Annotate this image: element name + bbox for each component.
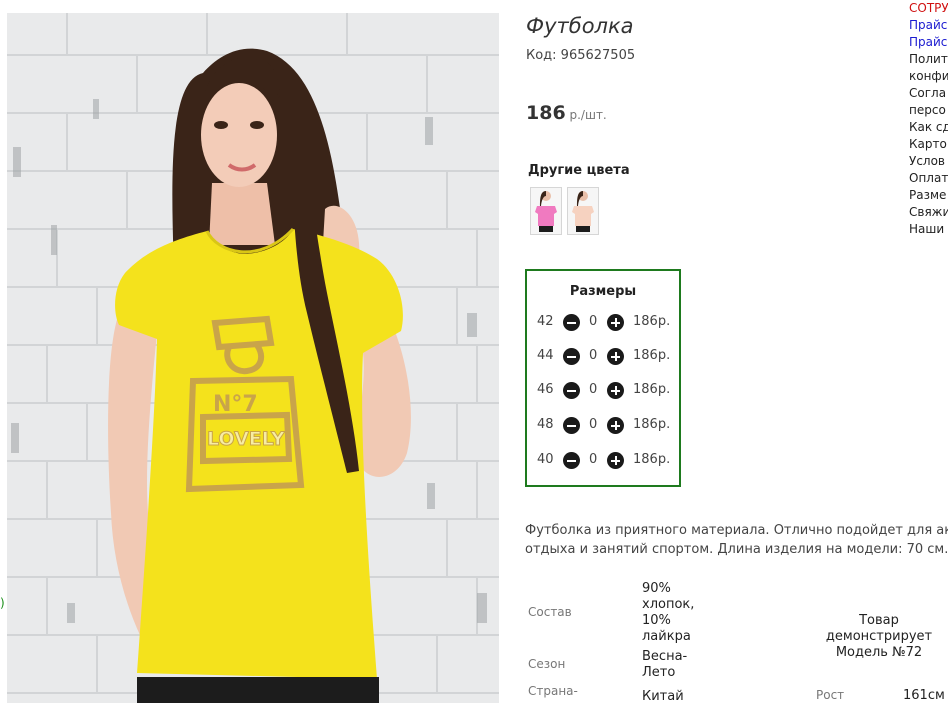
product-price: 186 р./шт. <box>526 102 607 124</box>
spec-season-value: Весна- Лето <box>642 649 687 681</box>
size-row-44: 44 0 186р. <box>527 347 679 367</box>
season-line: Лето <box>642 665 676 680</box>
size-row-48: 48 0 186р. <box>527 416 679 436</box>
plus-icon[interactable] <box>607 417 624 434</box>
right-sidebar-menu: СОТРУ Прайс Прайс Полит конфи Согла перс… <box>909 0 948 238</box>
swatch-peach-image <box>572 191 594 232</box>
product-code: Код: 965627505 <box>526 48 636 63</box>
model-note-line: Модель №72 <box>835 645 923 660</box>
menu-link-payment[interactable]: Оплат <box>909 170 948 187</box>
composition-line: лайкра <box>642 629 691 644</box>
size-row-42: 42 0 186р. <box>527 313 679 333</box>
minus-icon[interactable] <box>563 417 580 434</box>
spec-composition-value: 90% хлопок, 10% лайкра <box>642 581 694 645</box>
menu-link-how-to-order[interactable]: Как сд <box>909 119 948 136</box>
menu-link-pricelist-1[interactable]: Прайс <box>909 17 948 34</box>
menu-link-contact[interactable]: Свяжи <box>909 204 948 221</box>
size-row-46: 46 0 186р. <box>527 381 679 401</box>
model-note-line: демонстрирует <box>825 629 933 644</box>
minus-icon[interactable] <box>563 382 580 399</box>
size-label: 46 <box>537 382 554 397</box>
height-label: Рост <box>816 688 845 702</box>
menu-link-terms[interactable]: Услов <box>909 153 948 170</box>
description-line-2: отдыха и занятий спортом. Длина изделия … <box>525 542 948 557</box>
print-number: N°7 <box>213 392 258 417</box>
composition-line: 90% <box>642 581 671 596</box>
minus-icon[interactable] <box>563 314 580 331</box>
sizes-panel: Размеры 42 0 186р. 44 0 186р. 46 0 186р.… <box>525 269 681 487</box>
menu-link-staff[interactable]: СОТРУ <box>909 0 948 17</box>
menu-link-consent[interactable]: Согла <box>909 85 948 102</box>
menu-link-pricelist-2[interactable]: Прайс <box>909 34 948 51</box>
product-photo[interactable]: N°7 LOVELY <box>7 13 499 703</box>
size-price: 186р. <box>633 348 671 363</box>
menu-link-privacy[interactable]: Полит <box>909 51 948 68</box>
plus-icon[interactable] <box>607 348 624 365</box>
color-swatch-pink[interactable] <box>530 187 562 235</box>
menu-link-privacy-cont[interactable]: конфи <box>909 68 948 85</box>
minus-icon[interactable] <box>563 348 580 365</box>
size-quantity: 0 <box>589 417 598 432</box>
product-description: Футболка из приятного материала. Отлично… <box>525 521 948 559</box>
price-value: 186 <box>526 102 566 124</box>
print-word: LOVELY <box>207 428 285 450</box>
size-price: 186р. <box>633 452 671 467</box>
size-price: 186р. <box>633 417 671 432</box>
size-row-40: 40 0 186р. <box>527 451 679 471</box>
size-label: 42 <box>537 314 554 329</box>
menu-link-sizes[interactable]: Разме <box>909 187 948 204</box>
menu-link-consent-cont[interactable]: персо <box>909 102 948 119</box>
season-line: Весна- <box>642 649 688 664</box>
spec-country-label: Страна- <box>528 684 578 698</box>
color-swatch-peach[interactable] <box>567 187 599 235</box>
composition-line: хлопок, <box>642 597 695 612</box>
spec-composition-label: Состав <box>528 605 572 619</box>
left-edge-mark: ) <box>0 596 5 610</box>
price-unit: р./шт. <box>565 108 607 122</box>
swatch-pink-image <box>535 191 557 232</box>
product-photo-illustration: N°7 LOVELY <box>7 13 499 703</box>
plus-icon[interactable] <box>607 314 624 331</box>
size-quantity: 0 <box>589 348 598 363</box>
size-label: 44 <box>537 348 554 363</box>
size-quantity: 0 <box>589 314 598 329</box>
sizes-title: Размеры <box>569 284 637 299</box>
other-colors-label: Другие цвета <box>528 163 630 178</box>
description-line-1: Футболка из приятного материала. Отлично… <box>525 523 948 538</box>
size-price: 186р. <box>633 382 671 397</box>
size-quantity: 0 <box>589 452 598 467</box>
menu-link-ours[interactable]: Наши <box>909 221 948 238</box>
composition-line: 10% <box>642 613 671 628</box>
plus-icon[interactable] <box>607 452 624 469</box>
plus-icon[interactable] <box>607 382 624 399</box>
size-price: 186р. <box>633 314 671 329</box>
height-value: 161см <box>903 688 945 703</box>
model-note: Товар демонстрирует Модель №72 <box>820 613 938 661</box>
size-label: 48 <box>537 417 554 432</box>
size-quantity: 0 <box>589 382 598 397</box>
spec-season-label: Сезон <box>528 657 566 671</box>
model-note-line: Товар <box>859 613 899 628</box>
size-label: 40 <box>537 452 554 467</box>
product-title: Футболка <box>526 14 634 38</box>
minus-icon[interactable] <box>563 452 580 469</box>
menu-link-card[interactable]: Карто <box>909 136 948 153</box>
